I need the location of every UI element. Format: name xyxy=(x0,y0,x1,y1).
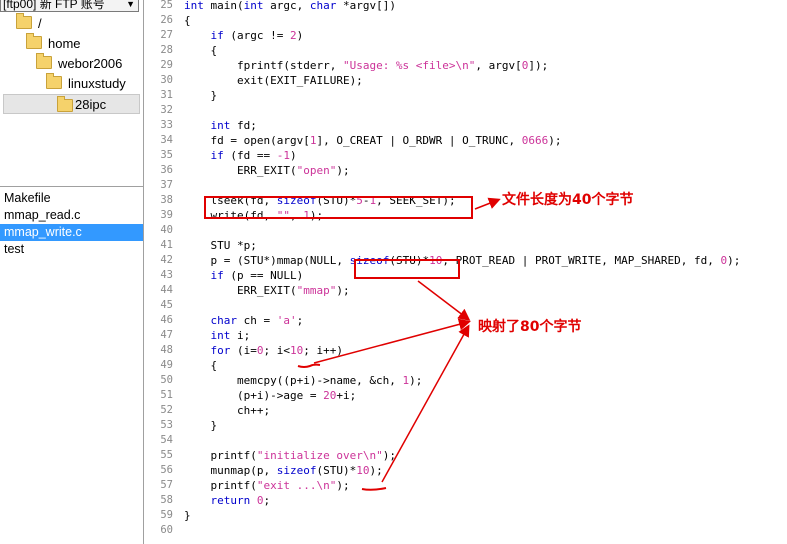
code-editor[interactable]: 25 int main(int argc, char *argv[]) 26{27 … xyxy=(146,0,787,544)
directory-tree: / home webor2006 linuxstudy 28ipc xyxy=(0,13,143,187)
arrow-to-file-length xyxy=(474,197,501,210)
tree-folder-label: home xyxy=(48,36,81,51)
file-list-item[interactable]: mmap_write.c xyxy=(0,224,143,241)
arrow-from-loop xyxy=(313,318,471,364)
tree-folder-label: linuxstudy xyxy=(68,76,126,91)
ftp-account-dropdown[interactable]: [ftp00] 新 FTP 账号 ▼ xyxy=(0,0,139,12)
tree-folder[interactable]: webor2006 xyxy=(36,53,123,74)
tree-folder-label: / xyxy=(38,16,42,31)
underline-munmap-10 xyxy=(361,487,387,491)
file-list: Makefile mmap_read.c mmap_write.c test xyxy=(0,190,143,258)
tree-folder[interactable]: 28ipc xyxy=(3,94,140,114)
annotation-arrows xyxy=(297,197,501,491)
tree-folder-label: 28ipc xyxy=(75,97,107,112)
underline-loop-10 xyxy=(297,363,321,368)
tree-folder[interactable]: / xyxy=(16,13,42,34)
file-list-item[interactable]: mmap_read.c xyxy=(0,207,143,224)
file-list-item[interactable]: test xyxy=(0,241,143,258)
folder-icon xyxy=(26,33,42,49)
file-list-item[interactable]: Makefile xyxy=(0,190,143,207)
arrow-from-munmap xyxy=(381,324,470,483)
folder-icon xyxy=(46,73,62,89)
chevron-down-icon[interactable]: ▼ xyxy=(126,0,135,11)
arrow-from-mmap xyxy=(417,280,471,321)
ftp-account-label: [ftp00] 新 FTP 账号 xyxy=(3,0,105,11)
tree-folder[interactable]: linuxstudy xyxy=(46,73,126,94)
left-panel: [ftp00] 新 FTP 账号 ▼ / home webor2006 linuxst… xyxy=(0,0,144,544)
folder-icon xyxy=(57,96,73,112)
tree-folder[interactable]: home xyxy=(26,33,81,54)
tree-folder-label: webor2006 xyxy=(58,56,123,71)
folder-icon xyxy=(36,53,52,69)
folder-icon xyxy=(16,13,32,29)
